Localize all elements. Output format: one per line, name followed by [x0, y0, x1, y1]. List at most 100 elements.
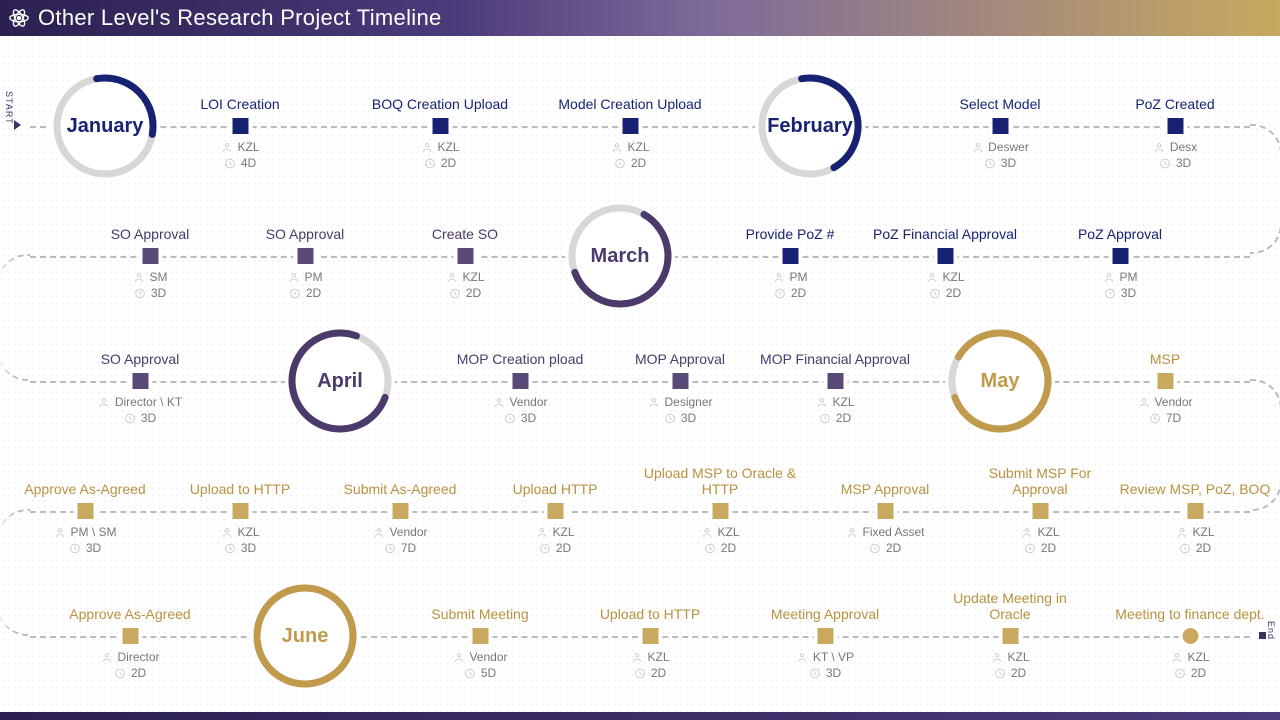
- task-node: Submit Meeting Vendor 5D: [403, 588, 558, 680]
- task-duration: 2D: [643, 541, 798, 555]
- end-label: End: [1266, 621, 1276, 640]
- task-marker: [782, 248, 798, 264]
- atom-icon: [8, 7, 30, 29]
- task-owner: KZL: [553, 140, 708, 154]
- task-duration: 2D: [553, 156, 708, 170]
- month-june: June: [250, 581, 360, 691]
- task-node: Provide PoZ # PM 2D: [713, 208, 868, 300]
- footer-bar: [0, 712, 1280, 720]
- task-title: MOP Approval: [603, 333, 758, 367]
- task-owner: PM: [713, 270, 868, 284]
- month-label: February: [767, 115, 853, 138]
- task-node: Review MSP, PoZ, BOQ KZL 2D: [1118, 463, 1273, 555]
- task-duration: 4D: [163, 156, 318, 170]
- task-title: Review MSP, PoZ, BOQ: [1118, 463, 1273, 497]
- task-owner: Desx: [1098, 140, 1253, 154]
- task-node: MOP Approval Designer 3D: [603, 333, 758, 425]
- month-label: May: [981, 370, 1020, 393]
- task-owner: KZL: [1113, 650, 1268, 664]
- task-duration: 3D: [73, 286, 228, 300]
- task-node: Approve As-Agreed Director 2D: [53, 588, 208, 680]
- task-duration: 2D: [1118, 541, 1273, 555]
- task-marker: [432, 118, 448, 134]
- task-owner: Vendor: [1088, 395, 1243, 409]
- task-node: PoZ Created Desx 3D: [1098, 78, 1253, 170]
- timeline-canvas: START End January February March April M…: [0, 36, 1280, 712]
- task-marker: [1187, 503, 1203, 519]
- task-duration: 7D: [1088, 411, 1243, 425]
- task-title: MSP Approval: [808, 463, 963, 497]
- task-duration: 3D: [1043, 286, 1198, 300]
- task-title: Upload to HTTP: [573, 588, 728, 622]
- task-marker: [472, 628, 488, 644]
- month-label: March: [591, 245, 650, 268]
- task-marker: [232, 118, 248, 134]
- task-owner: KZL: [163, 525, 318, 539]
- task-node: MSP Vendor 7D: [1088, 333, 1243, 425]
- task-marker: [1167, 118, 1183, 134]
- task-title: Model Creation Upload: [553, 78, 708, 112]
- task-duration: 3D: [923, 156, 1078, 170]
- task-node: Submit MSP For Approval KZL 2D: [963, 463, 1118, 555]
- task-owner: KZL: [933, 650, 1088, 664]
- task-owner: Fixed Asset: [808, 525, 963, 539]
- task-node: PoZ Financial Approval KZL 2D: [868, 208, 1023, 300]
- task-title: Approve As-Agreed: [8, 463, 163, 497]
- month-february: February: [755, 71, 865, 181]
- task-title: Provide PoZ #: [713, 208, 868, 242]
- task-duration: 3D: [1098, 156, 1253, 170]
- task-owner: PM \ SM: [8, 525, 163, 539]
- month-label: January: [67, 115, 144, 138]
- bend-2: [0, 254, 30, 381]
- task-node: MOP Creation pload Vendor 3D: [443, 333, 598, 425]
- task-marker: [512, 373, 528, 389]
- task-duration: 2D: [933, 666, 1088, 680]
- task-node: SO Approval Director \ KT 3D: [63, 333, 218, 425]
- task-node: PoZ Approval PM 3D: [1043, 208, 1198, 300]
- task-title: MOP Creation pload: [443, 333, 598, 367]
- task-title: Upload MSP to Oracle & HTTP: [643, 463, 798, 497]
- task-duration: 2D: [53, 666, 208, 680]
- task-duration: 2D: [963, 541, 1118, 555]
- bend-1: [1250, 124, 1280, 254]
- task-node: SO Approval SM 3D: [73, 208, 228, 300]
- task-owner: Designer: [603, 395, 758, 409]
- month-label: June: [282, 625, 329, 648]
- task-owner: KZL: [573, 650, 728, 664]
- page-title: Other Level's Research Project Timeline: [38, 5, 442, 31]
- task-duration: 3D: [163, 541, 318, 555]
- task-duration: 2D: [388, 286, 543, 300]
- task-marker: [937, 248, 953, 264]
- task-marker: [457, 248, 473, 264]
- task-marker: [122, 628, 138, 644]
- task-node: Upload to HTTP KZL 2D: [573, 588, 728, 680]
- task-marker: [1032, 503, 1048, 519]
- task-node: Upload to HTTP KZL 3D: [163, 463, 318, 555]
- task-owner: KZL: [478, 525, 633, 539]
- task-title: Select Model: [923, 78, 1078, 112]
- task-duration: 2D: [758, 411, 913, 425]
- task-owner: Director: [53, 650, 208, 664]
- task-duration: 3D: [603, 411, 758, 425]
- task-title: SO Approval: [228, 208, 383, 242]
- task-title: LOI Creation: [163, 78, 318, 112]
- month-january: January: [50, 71, 160, 181]
- task-owner: KT \ VP: [748, 650, 903, 664]
- task-title: Upload to HTTP: [163, 463, 318, 497]
- task-marker: [142, 248, 158, 264]
- task-owner: Director \ KT: [63, 395, 218, 409]
- task-marker: [1157, 373, 1173, 389]
- task-marker: [392, 503, 408, 519]
- task-marker: [232, 503, 248, 519]
- task-title: BOQ Creation Upload: [363, 78, 518, 112]
- task-node: LOI Creation KZL 4D: [163, 78, 318, 170]
- task-title: Meeting to finance dept.: [1113, 588, 1268, 622]
- task-owner: Vendor: [403, 650, 558, 664]
- task-duration: 2D: [228, 286, 383, 300]
- task-duration: 7D: [323, 541, 478, 555]
- task-duration: 2D: [1113, 666, 1268, 680]
- task-title: Submit MSP For Approval: [963, 463, 1118, 497]
- task-marker: [992, 118, 1008, 134]
- task-title: Submit Meeting: [403, 588, 558, 622]
- task-node: Model Creation Upload KZL 2D: [553, 78, 708, 170]
